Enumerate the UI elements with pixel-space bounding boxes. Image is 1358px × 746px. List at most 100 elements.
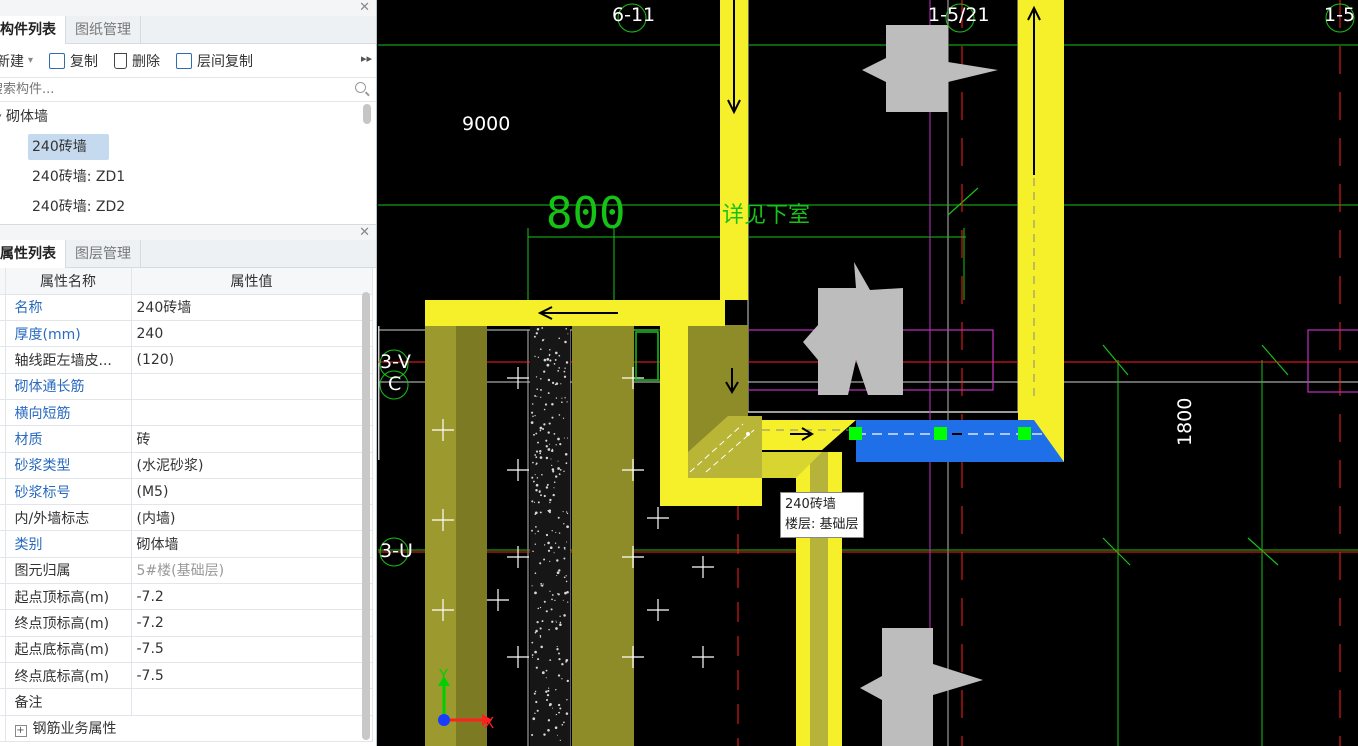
new-button[interactable]: 新建 ▾: [0, 51, 33, 71]
delete-button[interactable]: 删除: [114, 51, 160, 71]
property-value[interactable]: [131, 399, 373, 427]
new-button-label: 新建: [0, 53, 24, 70]
concrete-column: [530, 325, 570, 746]
close-icon[interactable]: ✕: [359, 0, 370, 16]
property-panel-titlebar: ✕: [0, 224, 376, 240]
expand-icon[interactable]: +: [14, 725, 27, 738]
property-row[interactable]: 起点顶标高(m) -7.2: [0, 583, 373, 611]
axis-label-3-u: 3-U: [380, 540, 413, 562]
grip-point[interactable]: [849, 427, 862, 440]
property-value[interactable]: (内墙): [131, 504, 373, 532]
chevron-down-icon[interactable]: ▾: [28, 55, 33, 66]
property-name: 备注: [5, 688, 132, 716]
property-value[interactable]: (120): [131, 346, 373, 374]
property-name-header: 属性名称: [5, 268, 132, 295]
gray-block: [862, 25, 998, 112]
tab-drawing-management[interactable]: 图纸管理: [66, 16, 141, 44]
property-value[interactable]: -7.2: [131, 583, 373, 611]
property-row[interactable]: 砂浆标号 (M5): [0, 478, 373, 506]
property-name: 图元归属: [5, 557, 132, 585]
property-row[interactable]: 备注: [0, 688, 373, 716]
property-group[interactable]: + 钢筋业务属性: [5, 715, 373, 742]
tree-item-240-wall-zd2[interactable]: 240砖墙: ZD2: [0, 192, 376, 222]
tab-component-list[interactable]: 构件列表: [0, 16, 66, 44]
property-row[interactable]: 终点底标高(m) -7.5: [0, 662, 373, 690]
tree-item-240-wall-zd1[interactable]: 240砖墙: ZD1: [0, 162, 376, 192]
property-row[interactable]: 材质砖: [0, 425, 373, 453]
axis-label-1-5: 1-5: [1324, 4, 1356, 26]
dimension-1800: 1800: [1174, 397, 1196, 446]
property-value[interactable]: -7.5: [131, 662, 373, 690]
property-name: 砂浆类型: [5, 452, 132, 479]
component-panel-titlebar: ✕: [0, 0, 376, 16]
property-name: 砌体通长筋: [5, 373, 132, 400]
property-header-row: 属性名称 属性值: [0, 268, 373, 295]
property-name: 内/外墙标志: [5, 504, 132, 532]
property-value[interactable]: 砖: [131, 425, 373, 453]
copy-button-label: 复制: [70, 53, 99, 70]
tree-item-label: 240砖墙: ZD1: [32, 169, 126, 185]
property-value[interactable]: 240砖墙: [131, 294, 373, 322]
property-scrollbar[interactable]: [362, 292, 370, 740]
property-value[interactable]: [131, 688, 373, 716]
component-toolbar: 新建 ▾ 复制 删除 层间复制 ▸▸: [0, 44, 376, 78]
property-value[interactable]: 砌体墙: [131, 530, 373, 558]
selected-wall[interactable]: [856, 420, 1064, 462]
wall-olive[interactable]: [572, 325, 634, 746]
property-row[interactable]: 终点顶标高(m) -7.2: [0, 609, 373, 637]
tab-layer-management[interactable]: 图层管理: [66, 240, 141, 268]
property-value[interactable]: -7.5: [131, 636, 373, 663]
wall-olive-inner: [456, 325, 487, 746]
drawing-svg[interactable]: 800 详见下室 X Y: [378, 0, 1358, 746]
dimension-note: 详见下室: [722, 203, 810, 228]
property-group-row[interactable]: + 钢筋业务属性: [0, 715, 373, 742]
dimension-frame: [635, 331, 659, 381]
grip-point[interactable]: [934, 427, 947, 440]
component-search: [0, 78, 376, 102]
property-table: 属性名称 属性值 名称 240砖墙 厚度(mm) 240 轴线距左墙皮... (120) 砌…: [0, 268, 373, 742]
search-input[interactable]: [0, 78, 330, 101]
property-value[interactable]: (水泥砂浆): [131, 452, 373, 479]
property-value[interactable]: 5#楼(基础层): [131, 557, 373, 585]
property-row[interactable]: 砂浆类型 (水泥砂浆): [0, 452, 373, 479]
vertex-dot: [746, 432, 750, 436]
tree-group-masonry-wall[interactable]: 砌体墙: [0, 102, 376, 132]
more-icon[interactable]: ▸▸: [361, 52, 372, 65]
cad-canvas[interactable]: 800 详见下室 X Y 6-11 1-5/21 1-5 3-V C 3-U 9…: [378, 0, 1358, 746]
dimension-vertical-group: [635, 331, 659, 381]
dimension-9000: 9000: [462, 113, 511, 135]
property-row[interactable]: 横向短筋: [0, 399, 373, 427]
property-row[interactable]: 厚度(mm) 240: [0, 320, 373, 348]
property-row[interactable]: 砌体通长筋: [0, 373, 373, 400]
property-name: 终点底标高(m): [5, 662, 132, 690]
dimension-tick: [1261, 344, 1289, 376]
grip-point[interactable]: [1018, 427, 1031, 440]
search-icon[interactable]: [355, 82, 366, 93]
dimension-tick: [947, 187, 979, 216]
gray-block: [860, 628, 983, 746]
tree-scrollbar[interactable]: [363, 104, 371, 124]
property-name: 类别: [5, 530, 132, 558]
tree-item-240-wall[interactable]: 240砖墙: [0, 132, 376, 162]
property-row[interactable]: 内/外墙标志 (内墙): [0, 504, 373, 532]
property-value[interactable]: [131, 373, 373, 400]
floor-copy-icon: [176, 52, 193, 69]
property-tabs: 属性列表 图层管理: [0, 240, 376, 268]
copy-button[interactable]: 复制: [49, 51, 98, 71]
tree-group-label: 砌体墙: [6, 109, 48, 125]
gray-block: [803, 262, 903, 395]
tab-property-list[interactable]: 属性列表: [0, 240, 66, 268]
property-row[interactable]: 图元归属 5#楼(基础层): [0, 557, 373, 585]
floor-copy-button[interactable]: 层间复制: [176, 51, 253, 71]
wall-yellow[interactable]: [1018, 0, 1064, 462]
property-value[interactable]: 240: [131, 320, 373, 348]
property-value[interactable]: (M5): [131, 478, 373, 506]
tree-item-label: 240砖墙: ZD2: [32, 199, 126, 215]
property-name: 材质: [5, 425, 132, 453]
property-value[interactable]: -7.2: [131, 609, 373, 637]
property-row[interactable]: 类别 砌体墙: [0, 530, 373, 558]
property-row[interactable]: 轴线距左墙皮... (120): [0, 346, 373, 374]
close-icon[interactable]: ✕: [359, 225, 370, 241]
property-row[interactable]: 名称 240砖墙: [0, 294, 373, 322]
property-row[interactable]: 起点底标高(m) -7.5: [0, 636, 373, 663]
